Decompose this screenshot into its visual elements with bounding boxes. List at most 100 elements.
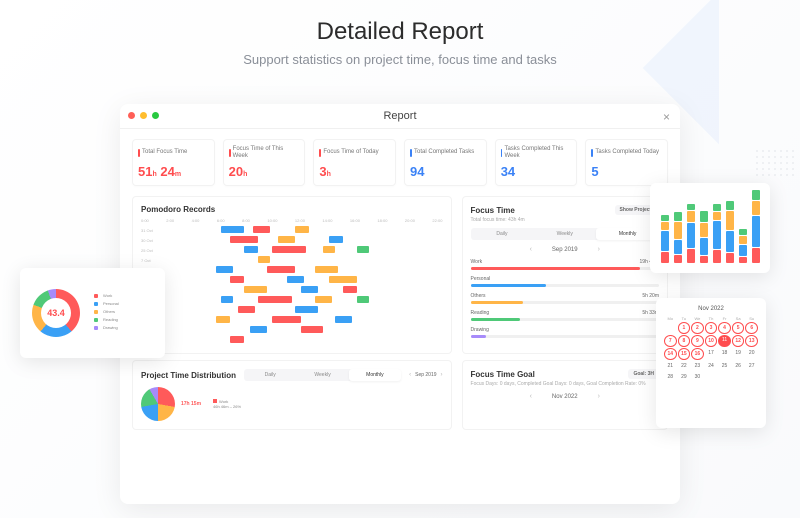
chevron-right-icon[interactable]: › xyxy=(598,393,600,400)
chevron-left-icon[interactable]: ‹ xyxy=(409,372,411,378)
stat-card: Focus Time of Today 3h xyxy=(313,139,396,186)
cal-day[interactable]: 13 xyxy=(745,335,758,347)
cal-day[interactable]: 4 xyxy=(718,322,731,334)
cal-dow: Mo xyxy=(664,316,677,321)
stat-label: Tasks Completed This Week xyxy=(501,146,572,160)
window-title: Report × xyxy=(120,104,680,129)
cal-dow: Su xyxy=(745,316,758,321)
stat-value: 20h xyxy=(229,164,300,179)
gantt-row: 19 Oct xyxy=(141,325,443,335)
cal-day[interactable]: 23 xyxy=(691,361,704,371)
bar-column xyxy=(661,214,669,263)
chevron-right-icon[interactable]: › xyxy=(441,372,443,378)
cal-day[interactable]: 5 xyxy=(732,322,745,334)
cal-dow: We xyxy=(691,316,704,321)
gantt-row: 3 Oct xyxy=(141,295,443,305)
legend-item: Personal xyxy=(88,301,157,306)
cal-dow: Sa xyxy=(732,316,745,321)
legend-item: Drawing xyxy=(88,325,157,330)
bar-column xyxy=(713,203,721,263)
bar-column xyxy=(700,210,708,263)
stat-value: 3h xyxy=(319,164,390,179)
chevron-right-icon[interactable]: › xyxy=(598,246,600,253)
cal-day[interactable]: 3 xyxy=(705,322,718,334)
focus-item: Work19h 40m xyxy=(471,259,659,270)
pomodoro-title: Pomodoro Records xyxy=(141,205,443,214)
calendar-title: Nov 2022 xyxy=(664,306,758,312)
focus-item: Drawing xyxy=(471,327,659,338)
tab-weekly[interactable]: Weekly xyxy=(533,228,596,240)
gantt-row: 31 Oct xyxy=(141,225,443,235)
legend-item: Others xyxy=(88,309,157,314)
stat-card: Focus Time of This Week20h xyxy=(223,139,306,186)
stat-label: Total Focus Time xyxy=(138,146,209,160)
cal-day[interactable]: 14 xyxy=(664,348,677,360)
stat-label: Focus Time of Today xyxy=(319,146,390,160)
tab-monthly[interactable]: Monthly xyxy=(349,369,401,381)
stat-label: Tasks Completed Today xyxy=(591,146,662,160)
stat-value: 34 xyxy=(501,164,572,179)
cal-dow: Th xyxy=(705,316,718,321)
legend-item: Work xyxy=(88,293,157,298)
gantt-row: 6 Oct xyxy=(141,265,443,275)
bar-column xyxy=(674,211,682,263)
stat-value: 94 xyxy=(410,164,481,179)
tab-weekly[interactable]: Weekly xyxy=(296,369,348,381)
cal-day[interactable]: 26 xyxy=(732,361,745,371)
dist-title: Project Time Distribution xyxy=(141,371,236,380)
gantt-row: 5 Oct xyxy=(141,275,443,285)
chevron-left-icon[interactable]: ‹ xyxy=(530,246,532,253)
tab-daily[interactable]: Daily xyxy=(471,228,534,240)
cal-day[interactable]: 24 xyxy=(705,361,718,371)
cal-day[interactable]: 22 xyxy=(678,361,691,371)
cal-day[interactable]: 19 xyxy=(732,348,745,360)
cal-day[interactable]: 17 xyxy=(705,348,718,360)
cal-day[interactable]: 12 xyxy=(732,335,745,347)
bar-column xyxy=(687,203,695,263)
cal-day[interactable]: 6 xyxy=(745,322,758,334)
cal-day[interactable]: 7 xyxy=(664,335,677,347)
cal-dow: Tu xyxy=(678,316,691,321)
gantt-row: 4 Oct xyxy=(141,285,443,295)
focus-item: Others5h 20m xyxy=(471,293,659,304)
dist-period: Sep 2019 xyxy=(415,372,436,378)
cal-day[interactable]: 9 xyxy=(691,335,704,347)
stacked-bars-card xyxy=(650,183,770,273)
goal-title: Focus Time Goal xyxy=(471,370,535,379)
cal-day[interactable]: 15 xyxy=(678,348,691,360)
bar-column xyxy=(752,189,760,263)
cal-day[interactable]: 1 xyxy=(678,322,691,334)
tab-daily[interactable]: Daily xyxy=(244,369,296,381)
bar-column xyxy=(726,200,734,263)
gantt-row: 17 Oct xyxy=(141,335,443,345)
donut-card: 43.4 Work Personal Others Reading Drawing xyxy=(20,268,165,358)
chevron-left-icon[interactable]: ‹ xyxy=(530,393,532,400)
bar-column xyxy=(739,228,747,263)
focus-panel: Focus Time Show Projects Total focus tim… xyxy=(462,196,668,354)
cal-day[interactable]: 2 xyxy=(691,322,704,334)
focus-period: Sep 2019 xyxy=(552,247,578,253)
cal-day[interactable]: 25 xyxy=(718,361,731,371)
close-icon[interactable]: × xyxy=(663,110,670,124)
cal-day[interactable]: 29 xyxy=(678,372,691,382)
gantt-row: 12 Oct xyxy=(141,315,443,325)
calendar-card: Nov 2022 MoTuWeThFrSaSu12345678910111213… xyxy=(656,298,766,428)
cal-day[interactable]: 18 xyxy=(718,348,731,360)
cal-day[interactable]: 27 xyxy=(745,361,758,371)
cal-day[interactable]: 30 xyxy=(691,372,704,382)
stat-card: Total Focus Time 51h 24m xyxy=(132,139,215,186)
donut-chart: 43.4 xyxy=(32,289,80,337)
cal-day[interactable]: 20 xyxy=(745,348,758,360)
gantt-row: 30 Oct xyxy=(141,235,443,245)
cal-day[interactable]: 28 xyxy=(664,372,677,382)
stat-card: Tasks Completed Today5 xyxy=(585,139,668,186)
cal-day[interactable]: 8 xyxy=(678,335,691,347)
cal-day[interactable]: 10 xyxy=(705,335,718,347)
goal-summary: Focus Days: 0 days, Completed Goal Days:… xyxy=(471,381,659,387)
cal-day[interactable]: 16 xyxy=(691,348,704,360)
cal-day[interactable]: 21 xyxy=(664,361,677,371)
stat-value: 51h 24m xyxy=(138,164,209,179)
cal-day[interactable]: 11 xyxy=(718,335,731,347)
stat-card: Total Completed Tasks94 xyxy=(404,139,487,186)
legend-item: Reading xyxy=(88,317,157,322)
